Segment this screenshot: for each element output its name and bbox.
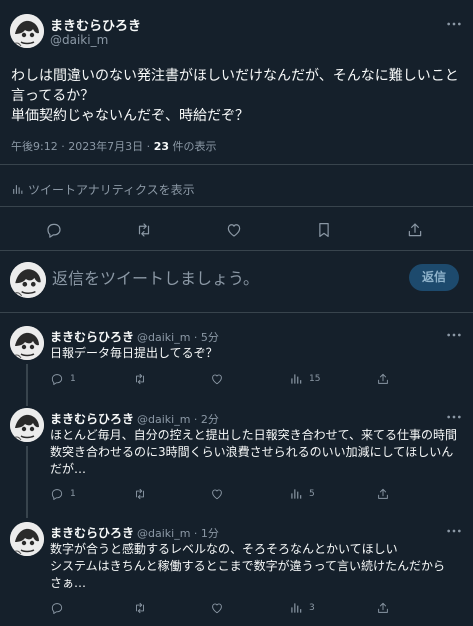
retweet-action[interactable] (133, 601, 153, 615)
views-action[interactable]: 15 (289, 372, 320, 386)
more-options-icon[interactable] (446, 414, 462, 420)
like-icon (210, 601, 224, 615)
author-display-name[interactable]: まきむらひろき (50, 410, 134, 427)
reply-icon[interactable] (45, 221, 63, 239)
avatar[interactable] (10, 522, 44, 556)
views-chart-icon (289, 601, 303, 615)
views-chart-icon (289, 372, 303, 386)
reply-count: 1 (70, 374, 76, 384)
user-avatar-icon (10, 326, 44, 360)
user-avatar-icon (10, 262, 46, 298)
views-count: 15 (309, 374, 321, 384)
reply-button[interactable]: 返信 (409, 264, 459, 291)
share-icon[interactable] (406, 221, 424, 239)
avatar[interactable] (10, 326, 44, 360)
more-options-icon[interactable] (446, 528, 462, 534)
tweet-action-bar (0, 221, 473, 239)
author-handle[interactable]: @daiki_m · 2分 (137, 411, 219, 427)
like-action[interactable] (210, 601, 230, 615)
user-avatar-icon (10, 14, 44, 48)
reply-icon (50, 372, 64, 386)
views-chart-icon (289, 487, 303, 501)
retweet-icon[interactable] (135, 221, 153, 239)
like-icon (210, 372, 224, 386)
views-action[interactable]: 5 (289, 487, 315, 501)
user-avatar-icon (10, 522, 44, 556)
like-action[interactable] (210, 372, 230, 386)
share-icon (376, 601, 390, 615)
more-options-icon[interactable] (446, 21, 462, 27)
tweet-analytics-link[interactable]: ツイートアナリティクスを表示 (11, 181, 195, 198)
reply-action-bar: 1 15 (50, 372, 460, 386)
like-icon (210, 487, 224, 501)
retweet-action[interactable] (133, 487, 153, 501)
retweet-icon (133, 487, 147, 501)
thread-line (26, 446, 28, 518)
divider (0, 312, 473, 313)
reply-tweet[interactable]: まきむらひろき @daiki_m · 2分 ほとんど毎月、自分の控えと提出した日… (0, 408, 473, 518)
author-display-name[interactable]: まきむらひろき (50, 15, 141, 34)
tweet-meta: 午後9:12 · 2023年7月3日 · 23 件の表示 (11, 138, 217, 154)
views-count: 23 (153, 140, 169, 153)
reply-action[interactable]: 1 (50, 372, 76, 386)
analytics-chart-icon (11, 183, 24, 196)
share-action[interactable] (376, 372, 390, 386)
composer-avatar (10, 262, 46, 298)
tweet-text: わしは間違いのない発注書がほしいだけなんだが、そんなに難しいこと 言ってるか？ … (11, 68, 459, 124)
views-label: 件の表示 (169, 140, 217, 153)
reply-action[interactable]: 1 (50, 487, 76, 501)
views-action[interactable]: 3 (289, 601, 315, 615)
views-count: 3 (309, 603, 315, 613)
reply-text: 日報データ毎日提出してるぞ？ (50, 346, 218, 360)
user-avatar-icon (10, 408, 44, 442)
share-action[interactable] (376, 601, 390, 615)
analytics-label: ツイートアナリティクスを表示 (28, 183, 195, 197)
reply-icon (50, 487, 64, 501)
divider (0, 206, 473, 207)
author-display-name[interactable]: まきむらひろき (50, 524, 134, 541)
author-handle[interactable]: @daiki_m (50, 33, 108, 47)
like-action[interactable] (210, 487, 230, 501)
views-count: 5 (309, 489, 315, 499)
reply-icon (50, 601, 64, 615)
reply-tweet[interactable]: まきむらひろき @daiki_m · 1分 数字が合うと感動するレベルなの、そろ… (0, 522, 473, 622)
share-icon (376, 487, 390, 501)
retweet-action[interactable] (133, 372, 153, 386)
tweet-timestamp[interactable]: 午後9:12 · 2023年7月3日 · (11, 140, 154, 153)
author-display-name[interactable]: まきむらひろき (50, 328, 134, 345)
avatar[interactable] (10, 408, 44, 442)
avatar[interactable] (10, 14, 44, 48)
divider (0, 164, 473, 165)
reply-text: 数字が合うと感動するレベルなの、そろそろなんとかいてほしい システムはきちんと稼… (50, 542, 446, 590)
thread-line (26, 364, 28, 406)
reply-count: 1 (70, 489, 76, 499)
divider (0, 250, 473, 251)
retweet-icon (133, 601, 147, 615)
author-handle[interactable]: @daiki_m · 1分 (137, 525, 219, 541)
bookmark-icon[interactable] (315, 221, 333, 239)
reply-action[interactable] (50, 601, 70, 615)
more-options-icon[interactable] (446, 332, 462, 338)
author-handle[interactable]: @daiki_m · 5分 (137, 329, 219, 345)
reply-action-bar: 3 (50, 601, 460, 615)
retweet-icon (133, 372, 147, 386)
reply-tweet[interactable]: まきむらひろき @daiki_m · 5分 日報データ毎日提出してるぞ？ 1 1… (0, 326, 473, 406)
like-icon[interactable] (225, 221, 243, 239)
reply-input[interactable]: 返信をツイートしましょう。 (52, 265, 259, 289)
reply-action-bar: 1 5 (50, 487, 460, 501)
reply-text: ほとんど毎月、自分の控えと提出した日報突き合わせて、来てる仕事の時間 数突き合わ… (50, 428, 458, 476)
share-icon (376, 372, 390, 386)
share-action[interactable] (376, 487, 390, 501)
